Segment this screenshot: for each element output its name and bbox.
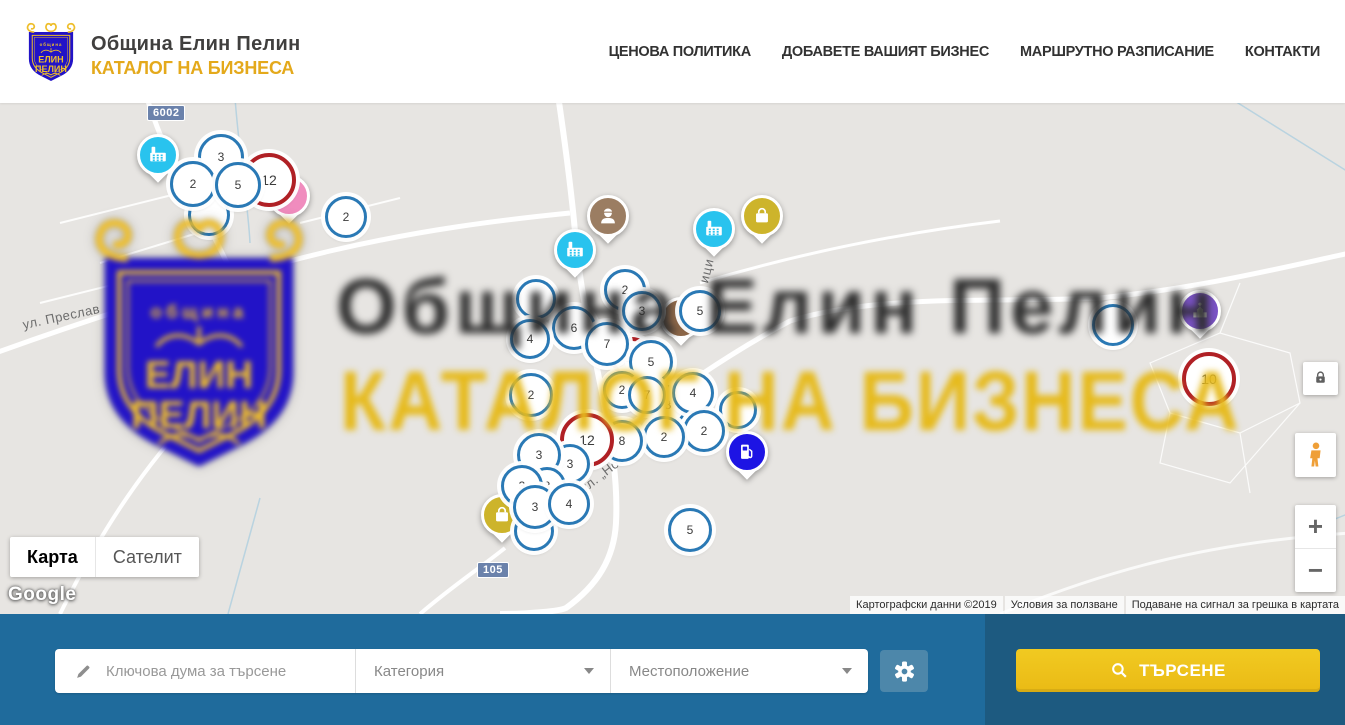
cluster-marker[interactable] (719, 391, 757, 429)
zoom-control: + − (1295, 505, 1336, 592)
nav-contacts[interactable]: КОНТАКТИ (1245, 44, 1320, 60)
cluster-marker[interactable]: 4 (548, 483, 590, 525)
zoom-out-button[interactable]: − (1295, 549, 1336, 592)
advanced-search-button[interactable] (880, 650, 928, 692)
map-type-map-button[interactable]: Карта (10, 537, 95, 577)
fuel-icon (726, 431, 768, 473)
lock-icon (1312, 370, 1329, 387)
attribution-report-error-link[interactable]: Подаване на сигнал за грешка в картата (1126, 596, 1345, 614)
municipality-crest-icon: община ЕЛИН ПЕЛИН (24, 22, 78, 89)
cluster-marker[interactable] (1092, 304, 1134, 346)
cluster-marker[interactable]: 5 (215, 162, 261, 208)
cluster-marker[interactable]: 2 (683, 410, 725, 452)
map-type-satellite-button[interactable]: Сателит (95, 537, 199, 577)
lock-button[interactable] (1303, 362, 1338, 395)
pin-marker-shopping-bag[interactable] (741, 195, 783, 237)
cluster-marker[interactable]: 2 (643, 416, 685, 458)
cluster-marker[interactable]: 2 (325, 196, 367, 238)
pin-marker-factory[interactable] (137, 134, 179, 176)
cluster-marker[interactable]: 10 (1182, 352, 1236, 406)
search-icon (1110, 661, 1129, 680)
nav-route-schedule[interactable]: МАРШРУТНО РАЗПИСАНИЕ (1020, 44, 1214, 60)
crest-name-2: ПЕЛИН (35, 64, 67, 74)
main-nav: ЦЕНОВА ПОЛИТИКА ДОБАВЕТЕ ВАШИЯТ БИЗНЕС М… (609, 0, 1320, 103)
factory-icon (693, 208, 735, 250)
location-dropdown[interactable]: Местоположение (610, 649, 868, 693)
cluster-marker[interactable]: 4 (672, 372, 714, 414)
chevron-down-icon (842, 668, 852, 674)
attribution-terms-link[interactable]: Условия за ползване (1005, 596, 1124, 614)
pin-marker-fuel[interactable] (726, 431, 768, 473)
pencil-icon (75, 663, 92, 680)
keyword-section (55, 649, 355, 693)
site-title: Община Елин Пелин (91, 33, 301, 56)
google-logo[interactable]: Google (8, 584, 76, 606)
factory-icon (554, 229, 596, 271)
attribution-copyright: Картографски данни ©2019 (850, 596, 1003, 614)
cluster-marker[interactable]: 3 (622, 291, 662, 331)
factory-icon (137, 134, 179, 176)
street-view-pegman-button[interactable] (1295, 433, 1336, 477)
search-submit-label: ТЪРСЕНЕ (1139, 661, 1226, 681)
site-subtitle: КАТАЛОГ НА БИЗНЕСА (91, 58, 301, 79)
church-icon (1179, 290, 1221, 332)
pegman-icon (1305, 440, 1327, 470)
pin-marker-factory[interactable] (554, 229, 596, 271)
cluster-marker[interactable]: 5 (679, 290, 721, 332)
cluster-marker[interactable]: 4 (510, 319, 550, 359)
chevron-down-icon (584, 668, 594, 674)
location-dropdown-label: Местоположение (629, 663, 749, 680)
cluster-marker[interactable]: 2 (509, 373, 553, 417)
map-attribution: Картографски данни ©2019 Условия за полз… (850, 596, 1345, 614)
nav-add-business[interactable]: ДОБАВЕТЕ ВАШИЯТ БИЗНЕС (782, 44, 989, 60)
search-panel: Категория Местоположение ТЪРСЕНЕ (0, 614, 1345, 725)
crest-name-1: ЕЛИН (38, 55, 63, 65)
search-submit-button[interactable]: ТЪРСЕНЕ (1016, 649, 1320, 692)
zoom-in-button[interactable]: + (1295, 505, 1336, 549)
nav-pricing-policy[interactable]: ЦЕНОВА ПОЛИТИКА (609, 44, 751, 60)
cluster-marker[interactable] (516, 279, 556, 319)
cluster-marker[interactable]: 5 (668, 508, 712, 552)
cluster-marker[interactable]: 7 (628, 376, 666, 414)
map-type-control: Карта Сателит (10, 537, 199, 577)
site-logo[interactable]: община ЕЛИН ПЕЛИН Община Елин Пелин КАТА… (24, 22, 301, 89)
shopping-bag-icon (741, 195, 783, 237)
pin-marker-church[interactable] (1179, 290, 1221, 332)
category-dropdown-label: Категория (374, 663, 444, 680)
category-dropdown[interactable]: Категория (355, 649, 610, 693)
markers-layer: 1232522356413752287422812338334510 (0, 103, 1345, 614)
keyword-search-input[interactable] (104, 662, 355, 681)
header: община ЕЛИН ПЕЛИН Община Елин Пелин КАТА… (0, 0, 1345, 103)
pin-marker-factory[interactable] (693, 208, 735, 250)
gear-icon (893, 660, 916, 683)
search-bar: Категория Местоположение (55, 649, 868, 693)
cluster-marker[interactable]: 7 (585, 322, 629, 366)
cluster-marker[interactable]: 2 (170, 161, 216, 207)
map-canvas[interactable]: ул. Преслав бул. „Новосел ици 6002 105 1… (0, 103, 1345, 614)
crest-top-word: община (40, 42, 63, 47)
